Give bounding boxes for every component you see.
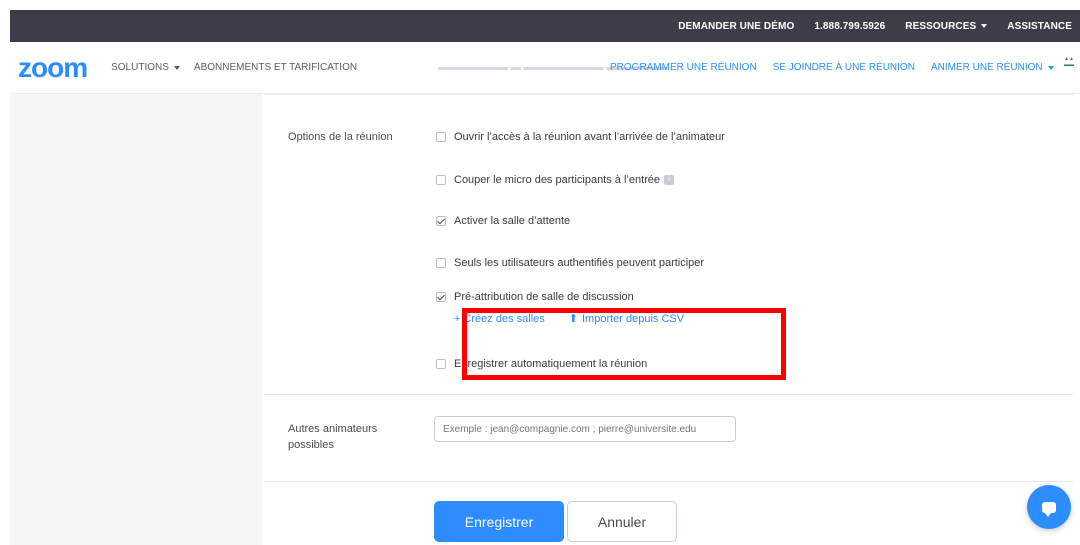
checkbox[interactable] [436, 258, 446, 268]
main-nav: zoom SOLUTIONS ABONNEMENTS ET TARIFICATI… [10, 42, 1080, 94]
resources-label: RESSOURCES [905, 20, 977, 32]
phone-link[interactable]: 1.888.799.5926 [814, 21, 885, 32]
option-join-before-host[interactable]: Ouvrir l’accès à la réunion avant l’arri… [436, 131, 725, 143]
alternative-hosts-label: Autres animateurs possibles [288, 423, 378, 451]
alternative-hosts-input[interactable] [434, 416, 736, 442]
option-waiting-room[interactable]: Activer la salle d’attente [436, 215, 570, 227]
resources-menu[interactable]: RESSOURCES [905, 20, 988, 32]
chevron-down-icon [173, 65, 180, 70]
option-label: Couper le micro des participants à l’ent… [454, 174, 661, 186]
option-label: Ouvrir l’accès à la réunion avant l’arri… [454, 131, 725, 143]
plus-icon: + [454, 312, 461, 325]
option-label: Activer la salle d’attente [454, 215, 571, 227]
meeting-options-label: Options de la réunion [288, 131, 393, 143]
schedule-meeting-link[interactable]: PROGRAMMER UNE RÉUNION [610, 62, 757, 73]
chat-support-button[interactable] [1027, 485, 1071, 529]
chat-icon [1042, 501, 1056, 517]
checkbox[interactable] [436, 359, 446, 369]
checkbox[interactable] [436, 175, 446, 185]
divider [264, 94, 1074, 95]
join-meeting-link[interactable]: SE JOINDRE À UNE RÉUNION [773, 62, 915, 73]
zoom-logo[interactable]: zoom [18, 52, 88, 84]
support-link[interactable]: ASSISTANCE [1007, 21, 1072, 32]
top-bar: DEMANDER UNE DÉMO 1.888.799.5926 RESSOUR… [10, 10, 1080, 42]
plans-link[interactable]: ABONNEMENTS ET TARIFICATION [194, 62, 357, 73]
info-icon[interactable]: i [664, 175, 675, 185]
option-mute-on-entry[interactable]: Couper le micro des participants à l’ent… [436, 174, 675, 186]
request-demo-link[interactable]: DEMANDER UNE DÉMO [678, 21, 794, 32]
option-breakout-preassign[interactable]: Pré-attribution de salle de discussion [436, 291, 634, 303]
option-authenticated-only[interactable]: Seuls les utilisateurs authentifiés peuv… [436, 257, 704, 269]
partner-logo-icon: ▲▲ ▬▬ [1064, 56, 1074, 68]
checkbox[interactable] [436, 132, 446, 142]
divider [264, 394, 1074, 395]
checkbox-checked[interactable] [436, 216, 446, 226]
option-label: Seuls les utilisateurs authentifiés peuv… [454, 257, 705, 269]
checkbox-checked[interactable] [436, 292, 446, 302]
save-button[interactable]: Enregistrer [434, 501, 564, 542]
highlight-box [462, 308, 786, 380]
host-meeting-label: ANIMER UNE RÉUNION [930, 62, 1043, 73]
chevron-down-icon [1047, 65, 1054, 70]
option-label: Pré-attribution de salle de discussion [454, 291, 634, 303]
divider [264, 481, 1074, 482]
solutions-menu[interactable]: SOLUTIONS [111, 62, 180, 73]
host-meeting-menu[interactable]: ANIMER UNE RÉUNION [931, 62, 1054, 73]
chevron-down-icon [981, 24, 988, 28]
solutions-label: SOLUTIONS [111, 62, 169, 73]
left-sidebar [10, 94, 262, 545]
cancel-button[interactable]: Annuler [567, 501, 677, 542]
